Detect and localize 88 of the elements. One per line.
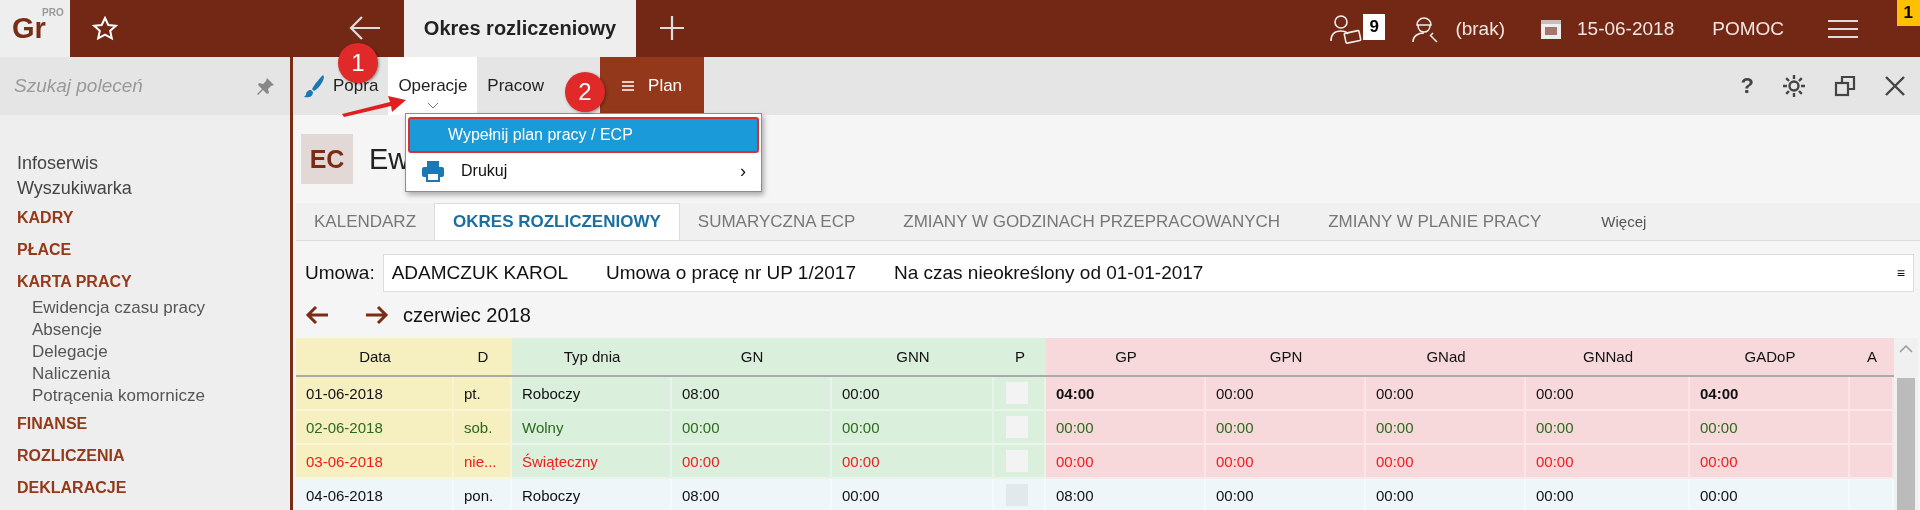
table-cell: 00:00 (1046, 411, 1206, 445)
tab[interactable]: KALENDARZ (296, 203, 435, 240)
more-tab[interactable]: Więcej (1583, 203, 1665, 240)
tab[interactable]: OKRES ROZLICZENIOWY (434, 203, 680, 240)
column-header[interactable]: GADoP (1690, 338, 1850, 377)
table-cell: 02-06-2018 (296, 411, 454, 445)
table-cell: 00:00 (1366, 377, 1526, 411)
toolbar-button[interactable]: Pracow (477, 57, 555, 115)
table-cell: nie... (454, 445, 512, 479)
column-header[interactable]: Data (296, 338, 454, 377)
table-cell: 00:00 (1526, 479, 1690, 510)
contract-field[interactable]: ADAMCZUK KAROL Umowa o pracę nr UP 1/2017 Na czas nieokreślony od 01-01-2017 ≡ (382, 254, 1914, 292)
table-cell: 00:00 (832, 479, 994, 510)
sidebar-item[interactable]: Absencje (0, 319, 290, 341)
table-cell: 04-06-2018 (296, 479, 454, 510)
table-cell: 00:00 (1526, 445, 1690, 479)
module-badge: EC (301, 134, 353, 184)
table-cell: pon. (454, 479, 512, 510)
table-cell: Wolny (512, 411, 672, 445)
table-cell: 00:00 (1206, 377, 1366, 411)
section-header[interactable]: PŁACE (0, 233, 290, 265)
column-header[interactable]: D (454, 338, 512, 377)
section-header[interactable]: KARTA PRACY (0, 265, 290, 297)
column-header[interactable]: GNN (832, 338, 994, 377)
date-label[interactable]: 15-06-2018 (1577, 17, 1675, 40)
table-cell: 08:00 (1046, 479, 1206, 510)
table-cell: 04:00 (1046, 377, 1206, 411)
pro-label: PRO (42, 7, 64, 18)
column-header[interactable]: Typ dnia (512, 338, 672, 377)
help-button[interactable]: ? (1740, 73, 1754, 99)
column-header[interactable]: P (994, 338, 1046, 377)
count-badge: 1 (1896, 0, 1920, 26)
count-badge: 9 (1363, 13, 1385, 40)
plan-button[interactable]: Plan (600, 57, 705, 115)
column-header[interactable]: GPN (1206, 338, 1366, 377)
table-cell: 00:00 (1526, 411, 1690, 445)
table-cell: 00:00 (1206, 411, 1366, 445)
table-cell: 00:00 (832, 445, 994, 479)
field-label: Umowa: (305, 262, 375, 284)
table-cell: 01-06-2018 (296, 377, 454, 411)
column-header[interactable]: GN (672, 338, 832, 377)
table-cell: Roboczy (512, 377, 672, 411)
app-tab[interactable]: Okres rozliczeniowy (404, 0, 636, 57)
section-header[interactable]: KADRY (0, 201, 290, 233)
section-header[interactable]: DEKLARACJE (0, 471, 290, 503)
column-header[interactable]: GNNad (1526, 338, 1690, 377)
column-header[interactable]: A (1850, 338, 1894, 377)
table-cell: 00:00 (1206, 479, 1366, 510)
help-link[interactable]: POMOC (1712, 17, 1784, 40)
sidebar-link[interactable]: Wyszukiwarka (0, 176, 290, 201)
table-cell: 00:00 (1366, 479, 1526, 510)
table-cell: pt. (454, 377, 512, 411)
section-header[interactable]: ROZLICZENIA (0, 439, 290, 471)
tab[interactable]: SUMARYCZNA ECP (679, 203, 874, 240)
table-cell: 00:00 (832, 411, 994, 445)
submenu-arrow: › (740, 160, 746, 182)
table-cell: 00:00 (1366, 445, 1526, 479)
column-header[interactable]: GP (1046, 338, 1206, 377)
table-cell: 00:00 (832, 377, 994, 411)
month-label: czerwiec 2018 (403, 303, 531, 327)
sidebar-item[interactable]: Naliczenia (0, 363, 290, 385)
user-label[interactable]: (brak) (1455, 17, 1505, 40)
column-header[interactable]: GNad (1366, 338, 1526, 377)
table-cell: 00:00 (1690, 479, 1850, 510)
sidebar-item[interactable]: Potrącenia komornicze (0, 385, 290, 407)
table-cell: 08:00 (672, 479, 832, 510)
section-header[interactable]: FINANSE (0, 407, 290, 439)
table-cell: 03-06-2018 (296, 445, 454, 479)
sidebar-item[interactable]: Delegacje (0, 341, 290, 363)
table-cell: Świąteczny (512, 445, 672, 479)
table-cell: Roboczy (512, 479, 672, 510)
sidebar-link[interactable]: Infoserwis (0, 151, 290, 176)
table-cell: sob. (454, 411, 512, 445)
table-cell: 00:00 (1690, 445, 1850, 479)
toolbar-button[interactable]: Operacje (388, 57, 478, 115)
table-cell: 04:00 (1690, 377, 1850, 411)
table-cell: 00:00 (1526, 377, 1690, 411)
menu-item[interactable]: Drukuj › (408, 154, 759, 188)
sidebar-item[interactable]: Ewidencja czasu pracy (0, 297, 290, 319)
table-cell: 00:00 (1206, 445, 1366, 479)
table-cell: 00:00 (672, 411, 832, 445)
tab[interactable]: ZMIANY W GODZINACH PRZEPRACOWANYCH (873, 203, 1311, 240)
table-cell: 00:00 (1690, 411, 1850, 445)
table-cell: 00:00 (1366, 411, 1526, 445)
table-cell: 08:00 (672, 377, 832, 411)
table-cell: 00:00 (672, 445, 832, 479)
table-cell: 00:00 (1046, 445, 1206, 479)
tab[interactable]: ZMIANY W PLANIE PRACY (1310, 203, 1560, 240)
